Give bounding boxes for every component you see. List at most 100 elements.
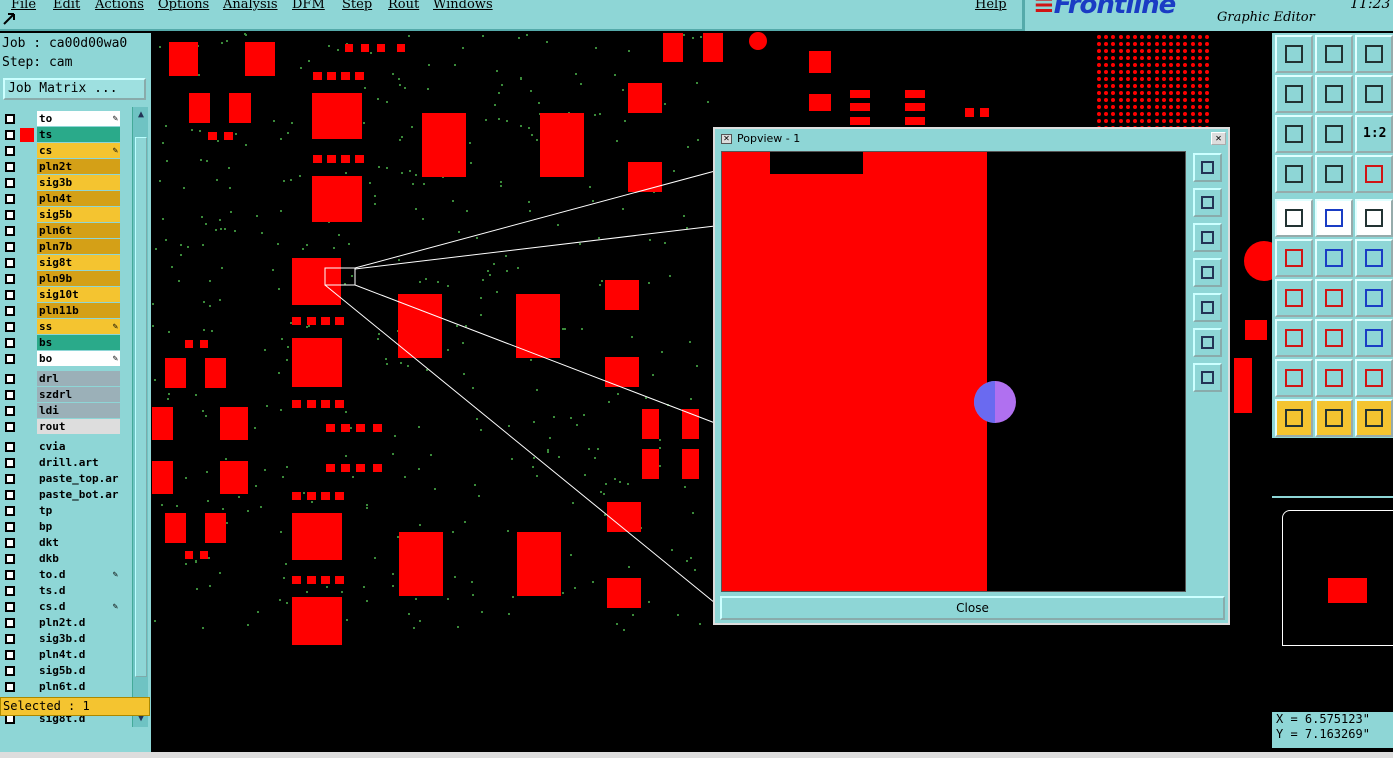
layer-checkbox[interactable] <box>5 306 15 316</box>
layer-row[interactable]: drl <box>3 371 120 387</box>
layer-checkbox[interactable] <box>5 458 15 468</box>
layer-checkbox[interactable] <box>5 602 15 612</box>
layer-checkbox[interactable] <box>5 682 15 692</box>
layer-row[interactable]: rout <box>3 419 120 435</box>
layer-row[interactable]: pln9b <box>3 271 120 287</box>
tool-button[interactable] <box>1275 199 1313 237</box>
layer-name[interactable]: pln6t <box>37 223 120 238</box>
popview-tool-button[interactable] <box>1193 153 1222 182</box>
layer-row[interactable]: pln6t <box>3 223 120 239</box>
layer-name[interactable]: pln6t.d <box>37 679 120 694</box>
layer-name[interactable]: dkb <box>37 551 120 566</box>
popview-canvas[interactable] <box>721 151 1186 592</box>
layer-name[interactable]: drill.art <box>37 455 120 470</box>
layer-checkbox[interactable] <box>5 322 15 332</box>
layer-name[interactable]: ss ✎ <box>37 319 120 334</box>
menu-analysis[interactable]: Analysis <box>223 0 278 12</box>
tool-button[interactable] <box>1355 319 1393 357</box>
layer-checkbox[interactable] <box>5 522 15 532</box>
layer-row[interactable]: sig5b <box>3 207 120 223</box>
layer-affected-marker[interactable] <box>20 240 34 254</box>
tool-button[interactable] <box>1315 35 1353 73</box>
layer-row[interactable]: pln6t.d <box>3 679 120 695</box>
tool-button[interactable] <box>1275 279 1313 317</box>
layer-affected-marker[interactable] <box>20 336 34 350</box>
layer-checkbox[interactable] <box>5 406 15 416</box>
layer-checkbox[interactable] <box>5 226 15 236</box>
layer-affected-marker[interactable] <box>20 504 34 518</box>
layer-affected-marker[interactable] <box>20 616 34 630</box>
layer-affected-marker[interactable] <box>20 192 34 206</box>
layer-name[interactable]: bp <box>37 519 120 534</box>
tool-button[interactable] <box>1315 75 1353 113</box>
layer-affected-marker[interactable] <box>20 304 34 318</box>
layer-affected-marker[interactable] <box>20 552 34 566</box>
layer-row[interactable]: drill.art <box>3 455 120 471</box>
layer-row[interactable]: paste_top.ar <box>3 471 120 487</box>
scroll-thumb[interactable] <box>135 137 147 677</box>
layer-checkbox[interactable] <box>5 490 15 500</box>
layer-checkbox[interactable] <box>5 210 15 220</box>
layer-name[interactable]: pln11b <box>37 303 120 318</box>
layer-name[interactable]: bs <box>37 335 120 350</box>
layer-affected-marker[interactable] <box>20 176 34 190</box>
layer-affected-marker[interactable] <box>20 568 34 582</box>
layer-checkbox[interactable] <box>5 114 15 124</box>
menu-edit[interactable]: Edit <box>53 0 80 12</box>
layer-name[interactable]: bo ✎ <box>37 351 120 366</box>
tool-button[interactable]: 1:2 <box>1355 115 1393 153</box>
tool-button[interactable] <box>1315 155 1353 193</box>
layer-name[interactable]: dkt <box>37 535 120 550</box>
layer-affected-marker[interactable] <box>20 320 34 334</box>
layer-affected-marker[interactable] <box>20 488 34 502</box>
tool-button[interactable] <box>1355 155 1393 193</box>
layer-name[interactable]: pln2t <box>37 159 120 174</box>
layer-name[interactable]: cs ✎ <box>37 143 120 158</box>
menu-options[interactable]: Options <box>158 0 209 12</box>
layer-affected-marker[interactable] <box>20 224 34 238</box>
layer-row[interactable]: to.d ✎ <box>3 567 120 583</box>
layer-checkbox[interactable] <box>5 474 15 484</box>
layer-name[interactable]: sig5b <box>37 207 120 222</box>
layer-row[interactable]: pln2t.d <box>3 615 120 631</box>
tool-button[interactable] <box>1355 279 1393 317</box>
layer-affected-marker[interactable] <box>20 352 34 366</box>
layer-affected-marker[interactable] <box>20 404 34 418</box>
layer-affected-marker[interactable] <box>20 472 34 486</box>
layer-checkbox[interactable] <box>5 650 15 660</box>
popview-tool-button[interactable] <box>1193 328 1222 357</box>
tool-button[interactable] <box>1275 35 1313 73</box>
overview-map[interactable] <box>1272 496 1393 651</box>
layer-affected-marker[interactable] <box>20 420 34 434</box>
layer-name[interactable]: pln2t.d <box>37 615 120 630</box>
layer-name[interactable]: ldi <box>37 403 120 418</box>
layer-affected-marker[interactable] <box>20 584 34 598</box>
layer-affected-marker[interactable] <box>20 160 34 174</box>
layer-name[interactable]: cvia <box>37 439 120 454</box>
tool-button[interactable] <box>1355 239 1393 277</box>
layer-name[interactable]: pln7b <box>37 239 120 254</box>
tool-button[interactable] <box>1315 399 1353 437</box>
tool-button[interactable] <box>1275 319 1313 357</box>
layer-row[interactable]: dkb <box>3 551 120 567</box>
layer-row[interactable]: sig10t <box>3 287 120 303</box>
layer-checkbox[interactable] <box>5 374 15 384</box>
tool-button[interactable] <box>1275 239 1313 277</box>
layer-row[interactable]: ldi <box>3 403 120 419</box>
menu-windows[interactable]: Windows <box>433 0 493 12</box>
layer-affected-marker[interactable] <box>20 536 34 550</box>
tool-button[interactable] <box>1275 75 1313 113</box>
popview-close-button[interactable]: Close <box>720 596 1225 620</box>
layer-affected-marker[interactable] <box>20 600 34 614</box>
menu-actions[interactable]: Actions <box>95 0 144 12</box>
layer-affected-marker[interactable] <box>20 372 34 386</box>
tool-button[interactable] <box>1275 155 1313 193</box>
layer-name[interactable]: sig10t <box>37 287 120 302</box>
popview-tool-button[interactable] <box>1193 293 1222 322</box>
layer-affected-marker[interactable] <box>20 648 34 662</box>
layer-name[interactable]: drl <box>37 371 120 386</box>
layer-name[interactable]: rout <box>37 419 120 434</box>
layer-row[interactable]: pln11b <box>3 303 120 319</box>
layer-affected-marker[interactable] <box>20 288 34 302</box>
layer-row[interactable]: sig8t <box>3 255 120 271</box>
